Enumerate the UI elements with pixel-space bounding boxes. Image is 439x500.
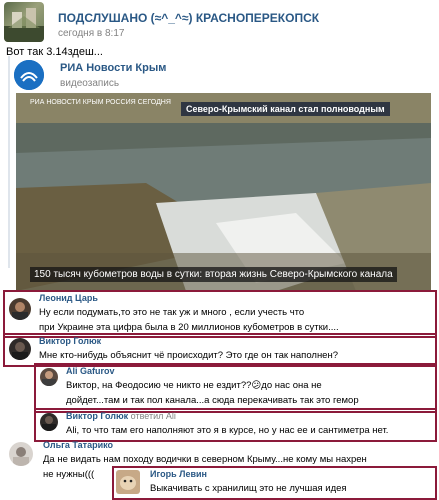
comment-text-line1: Да не видать нам походу водички в северн… [43,454,367,465]
comment-text: Ну если подумать,то это не так уж и мног… [39,305,433,335]
comment-author[interactable]: Ali Gafurov [66,366,115,376]
repost-bar [8,56,10,268]
video-brand-ria: РИА [30,99,45,106]
ria-logo-icon[interactable] [14,60,44,90]
comment-text-line2: дойдет...там и так пол канала...а сюда п… [66,395,359,406]
post-text: Вот так 3.14здеш... [6,46,103,58]
video-frame [16,93,431,291]
comment-text: Ali, то что там его наполняют это я в ку… [66,425,389,436]
user-avatar[interactable] [116,470,140,494]
post-header: ПОДСЛУШАНО (≈^_^≈) КРАСНОПЕРЕКОПСК сегод… [0,0,439,44]
repost-source-name[interactable]: РИА Новости Крым [60,62,166,74]
user-avatar[interactable] [9,298,31,320]
video-brand-russia: РОССИЯ [105,99,136,106]
comment-text-line1: Ну если подумать,то это не так уж и мног… [39,307,305,318]
video-brand: РИА НОВОСТИ КРЫМ РОССИЯ СЕГОДНЯ [30,99,171,107]
comment-text: Мне кто-нибудь объяснит чё происходит? Э… [39,350,338,361]
comment-author[interactable]: Виктор Голюк ответил Ali [66,411,176,421]
video-player[interactable]: РИА НОВОСТИ КРЫМ РОССИЯ СЕГОДНЯ Северо-К… [16,93,431,291]
comment-author[interactable]: Ольга Татарико [43,440,113,450]
comment-text-pre: при Украине эта цифра была [39,322,171,333]
video-brand-news: НОВОСТИ [46,99,81,106]
comment-text: Виктор, на Феодосию че никто не ездит??😕… [66,378,432,408]
post-time[interactable]: сегодня в 8:17 [58,28,124,39]
video-brand-today: СЕГОДНЯ [137,99,171,106]
comment-author[interactable]: Леонид Царь [39,293,98,303]
user-avatar[interactable] [40,413,58,431]
video-brand-crimea: КРЫМ [82,99,104,106]
comment-igor: Игорь Левин Выкачивать с хранилищ это не… [112,466,437,500]
comment-author[interactable]: Виктор Голюк [39,336,101,346]
repost-source-type: видеозапись [60,78,120,89]
user-avatar[interactable] [9,338,31,360]
comment-author[interactable]: Игорь Левин [150,469,207,479]
video-title-badge: Северо-Крымский канал стал полноводным [181,102,390,116]
video-caption: 150 тысяч кубометров воды в сутки: втора… [30,267,397,282]
group-name[interactable]: ПОДСЛУШАНО (≈^_^≈) КРАСНОПЕРЕКОПСК [58,11,319,25]
user-avatar[interactable] [40,368,58,386]
comment-ali: Ali Gafurov Виктор, на Феодосию че никто… [34,363,437,413]
comment-text-post: .... [328,322,339,333]
comment-text-line1: Виктор, на Феодосию че никто не ездит??😕… [66,380,322,391]
group-avatar[interactable] [4,2,44,42]
comment-leonid: Леонид Царь Ну если подумать,то это не т… [3,290,437,338]
comment-viktor: Виктор Голюк Мне кто-нибудь объяснит чё … [3,333,437,367]
user-avatar[interactable] [9,442,33,466]
comment-text: Выкачивать с хранилищ это не лучшая идея [150,483,347,494]
reply-to-label[interactable]: ответил Ali [131,411,176,421]
comment-author-name[interactable]: Виктор Голюк [66,411,128,421]
